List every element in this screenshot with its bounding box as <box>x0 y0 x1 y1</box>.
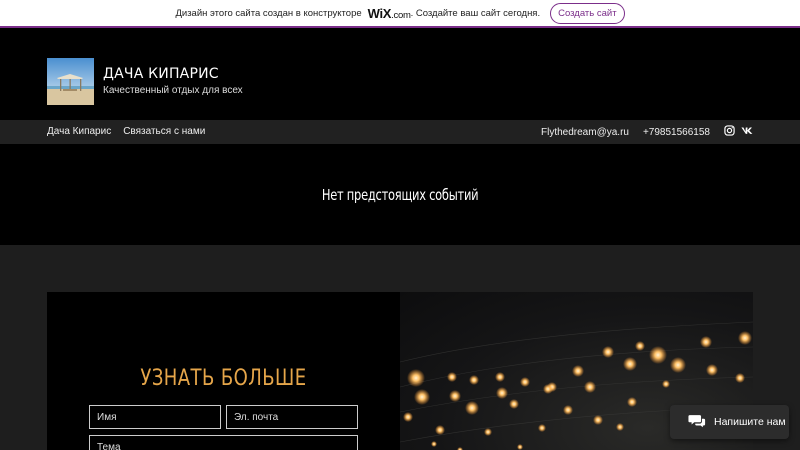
nav-email[interactable]: Flythedream@ya.ru <box>541 127 629 138</box>
no-events-text: Нет предстоящих событий <box>321 185 479 204</box>
banner-text-after: . Создайте ваш сайт сегодня. <box>410 7 541 19</box>
instagram-icon[interactable] <box>724 125 735 139</box>
banner-text-before: Дизайн этого сайта создан в конструкторе <box>175 7 362 19</box>
email-input[interactable]: Эл. почта <box>226 405 358 429</box>
create-site-button[interactable]: Создать сайт <box>550 2 625 24</box>
name-input[interactable]: Имя <box>89 405 221 429</box>
nav-item-contact[interactable]: Связаться с нами <box>123 126 205 137</box>
site-title[interactable]: ДАЧА КИПАРИС <box>103 66 219 82</box>
vk-icon[interactable] <box>741 126 753 138</box>
wix-banner: Дизайн этого сайта создан в конструкторе… <box>0 0 800 28</box>
nav-bar: Дача Кипарис Связаться с нами Flythedrea… <box>0 120 800 144</box>
events-section: Нет предстоящих событий <box>0 144 800 245</box>
chat-label: Напишите нам <box>714 416 786 428</box>
chat-bubble-icon <box>688 413 706 431</box>
chat-widget-button[interactable]: Напишите нам <box>670 405 789 439</box>
subject-input[interactable]: Тема <box>89 435 358 450</box>
site-logo-image[interactable] <box>47 58 94 105</box>
contact-title: УЗНАТЬ БОЛЬШЕ <box>140 366 307 391</box>
nav-item-home[interactable]: Дача Кипарис <box>47 126 111 137</box>
site-subtitle: Качественный отдых для всех <box>103 85 243 96</box>
wix-logo: WiX.com <box>367 5 411 21</box>
contact-form: УЗНАТЬ БОЛЬШЕ Имя Эл. почта Тема <box>47 292 400 450</box>
nav-phone[interactable]: +79851566158 <box>643 127 710 138</box>
site-header: ДАЧА КИПАРИС Качественный отдых для всех <box>0 30 800 120</box>
